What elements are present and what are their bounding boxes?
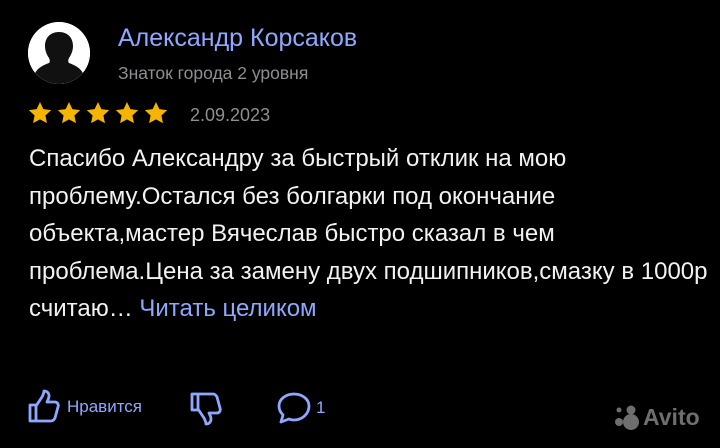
review-date: 2.09.2023 — [190, 105, 271, 125]
review-text: Спасибо Александру за быстрый отклик на … — [29, 140, 709, 328]
avito-logo-icon — [615, 405, 639, 430]
author-level: Знаток города 2 уровня — [118, 63, 309, 83]
rating-stars — [27, 100, 169, 126]
comment-bubble-icon — [277, 392, 311, 424]
author-name[interactable]: Александр Корсаков — [118, 24, 357, 53]
review-body: Спасибо Александру за быстрый отклик на … — [29, 145, 708, 322]
avito-watermark-text: Avito — [643, 403, 700, 430]
star-icon — [28, 101, 52, 124]
thumbs-down-icon — [190, 392, 222, 426]
star-icon — [115, 101, 139, 124]
avito-watermark: Avito — [612, 403, 700, 431]
person-silhouette-icon — [28, 22, 90, 84]
comment-count: 1 — [316, 398, 326, 417]
like-button[interactable]: Нравится — [27, 389, 142, 425]
star-icon — [57, 101, 81, 124]
star-icon — [144, 101, 168, 124]
comment-button[interactable]: 1 — [276, 391, 325, 425]
read-more-link[interactable]: Читать целиком — [139, 295, 316, 322]
avatar[interactable] — [28, 22, 90, 84]
dislike-button[interactable] — [189, 390, 225, 431]
thumbs-up-icon — [28, 389, 60, 423]
like-label: Нравится — [67, 397, 143, 416]
star-icon — [86, 101, 110, 124]
